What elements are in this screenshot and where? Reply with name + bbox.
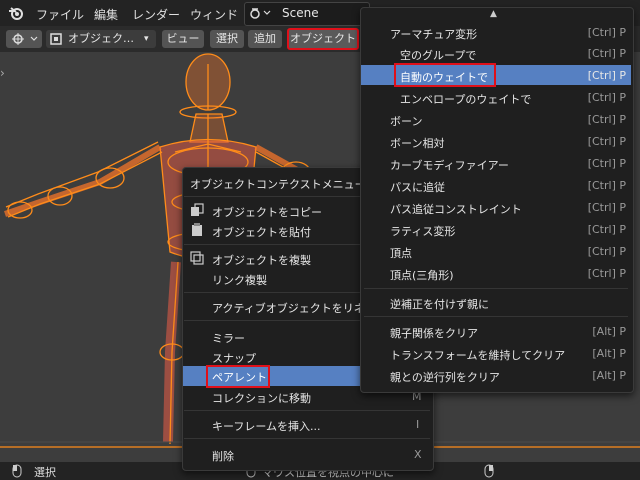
menu-item-duplicate-linked[interactable]: リンク複製 (212, 272, 267, 288)
submenu-clear-parent-inverse[interactable]: 親との逆行列をクリア (390, 369, 500, 385)
submenu-shortcut-15: [Alt] P (592, 369, 626, 382)
submenu-shortcut-4: [Ctrl] P (587, 113, 626, 126)
menu-window[interactable]: ウィンド (190, 6, 238, 23)
status-select-label: 選択 (34, 466, 56, 479)
submenu-clear-keep-transform[interactable]: トランスフォームを維持してクリア (390, 347, 565, 363)
submenu-curve-modifier[interactable]: カーブモディファイアー (390, 157, 509, 173)
submenu-follow-path[interactable]: パスに追従 (390, 179, 445, 195)
copy-icon (190, 203, 204, 220)
scroll-up-arrow-icon[interactable]: ▲ (490, 9, 497, 19)
menu-item-insert-keyframe[interactable]: キーフレームを挿入... (212, 418, 321, 434)
submenu-shortcut-8: [Ctrl] P (587, 201, 626, 214)
submenu-shortcut-14: [Alt] P (592, 347, 626, 360)
scene-icon (250, 8, 271, 19)
submenu-vertex[interactable]: 頂点 (390, 245, 412, 261)
menu-file[interactable]: ファイル (36, 6, 84, 23)
chevron-down-icon: ▾ (144, 34, 149, 44)
menu-item-snap[interactable]: スナップ (212, 350, 256, 366)
menu-item-mirror[interactable]: ミラー (212, 330, 245, 346)
submenu-shortcut-9: [Ctrl] P (587, 223, 626, 236)
menu-item-duplicate-objects[interactable]: オブジェクトを複製 (212, 252, 311, 268)
object-mode-icon (50, 33, 62, 45)
menu-item-rename-active[interactable]: アクティブオブジェクトをリネ… (212, 300, 376, 316)
submenu-shortcut-6: [Ctrl] P (587, 157, 626, 170)
menu-item-paste-objects[interactable]: オブジェクトを貼付 (212, 224, 311, 240)
submenu-with-empty-groups[interactable]: 空のグループで (400, 47, 476, 63)
submenu-shortcut-2: [Ctrl] P (587, 69, 626, 82)
context-menu-title: オブジェクトコンテクストメニュー (190, 178, 366, 191)
mode-selector[interactable]: オブジェク… ▾ (46, 30, 156, 48)
mouse-left-icon (12, 464, 22, 478)
menu-item-parent[interactable]: ペアレント (212, 369, 267, 385)
submenu-shortcut-10: [Ctrl] P (587, 245, 626, 258)
mouse-right-icon (484, 464, 494, 478)
submenu-shortcut-1: [Ctrl] P (587, 47, 626, 60)
submenu-bone-relative[interactable]: ボーン相対 (390, 135, 444, 151)
submenu-path-constraint[interactable]: パス追従コンストレイント (390, 201, 522, 217)
menu-render[interactable]: レンダー (132, 6, 180, 23)
submenu-shortcut-5: [Ctrl] P (587, 135, 626, 148)
submenu-clear-parent[interactable]: 親子関係をクリア (390, 325, 478, 341)
auto-weights-annotation-frame (394, 63, 496, 87)
submenu-lattice-deform[interactable]: ラティス変形 (390, 223, 455, 239)
submenu-shortcut-3: [Ctrl] P (587, 91, 626, 104)
shortcut-insert-keyframe: I (416, 418, 420, 431)
submenu-armature-deform[interactable]: アーマチュア変形 (390, 26, 477, 42)
select-menu-button[interactable]: 選択 (210, 30, 244, 48)
menu-item-move-to-collection[interactable]: コレクションに移動 (212, 390, 311, 406)
submenu-shortcut-0: [Ctrl] P (587, 26, 626, 39)
menu-edit[interactable]: 編集 (94, 6, 118, 23)
menu-item-copy-objects[interactable]: オブジェクトをコピー (212, 204, 322, 220)
submenu-shortcut-11: [Ctrl] P (587, 267, 626, 280)
view-menu-button[interactable]: ビュー (162, 30, 204, 48)
submenu-without-inverse[interactable]: 逆補正を付けず親に (390, 296, 489, 312)
menu-item-delete[interactable]: 削除 (212, 448, 234, 464)
blender-logo-icon[interactable] (8, 5, 24, 21)
object-menu-button[interactable]: オブジェクト (287, 28, 359, 50)
editor-type-button[interactable] (6, 30, 42, 48)
paste-icon (190, 223, 204, 240)
submenu-shortcut-7: [Ctrl] P (587, 179, 626, 192)
editor-type-icon (12, 33, 38, 45)
submenu-shortcut-13: [Alt] P (592, 325, 626, 338)
submenu-bone[interactable]: ボーン (390, 113, 422, 129)
shortcut-delete: X (414, 448, 422, 461)
scene-name: Scene (282, 6, 319, 20)
toolbar-expand-icon[interactable]: › (0, 66, 5, 80)
submenu-vertex-triangle[interactable]: 頂点(三角形) (390, 267, 454, 283)
mode-label: オブジェク… (68, 32, 134, 45)
add-menu-button[interactable]: 追加 (248, 30, 282, 48)
duplicate-icon (190, 251, 204, 268)
submenu-with-envelope-weights[interactable]: エンベロープのウェイトで (400, 91, 531, 107)
